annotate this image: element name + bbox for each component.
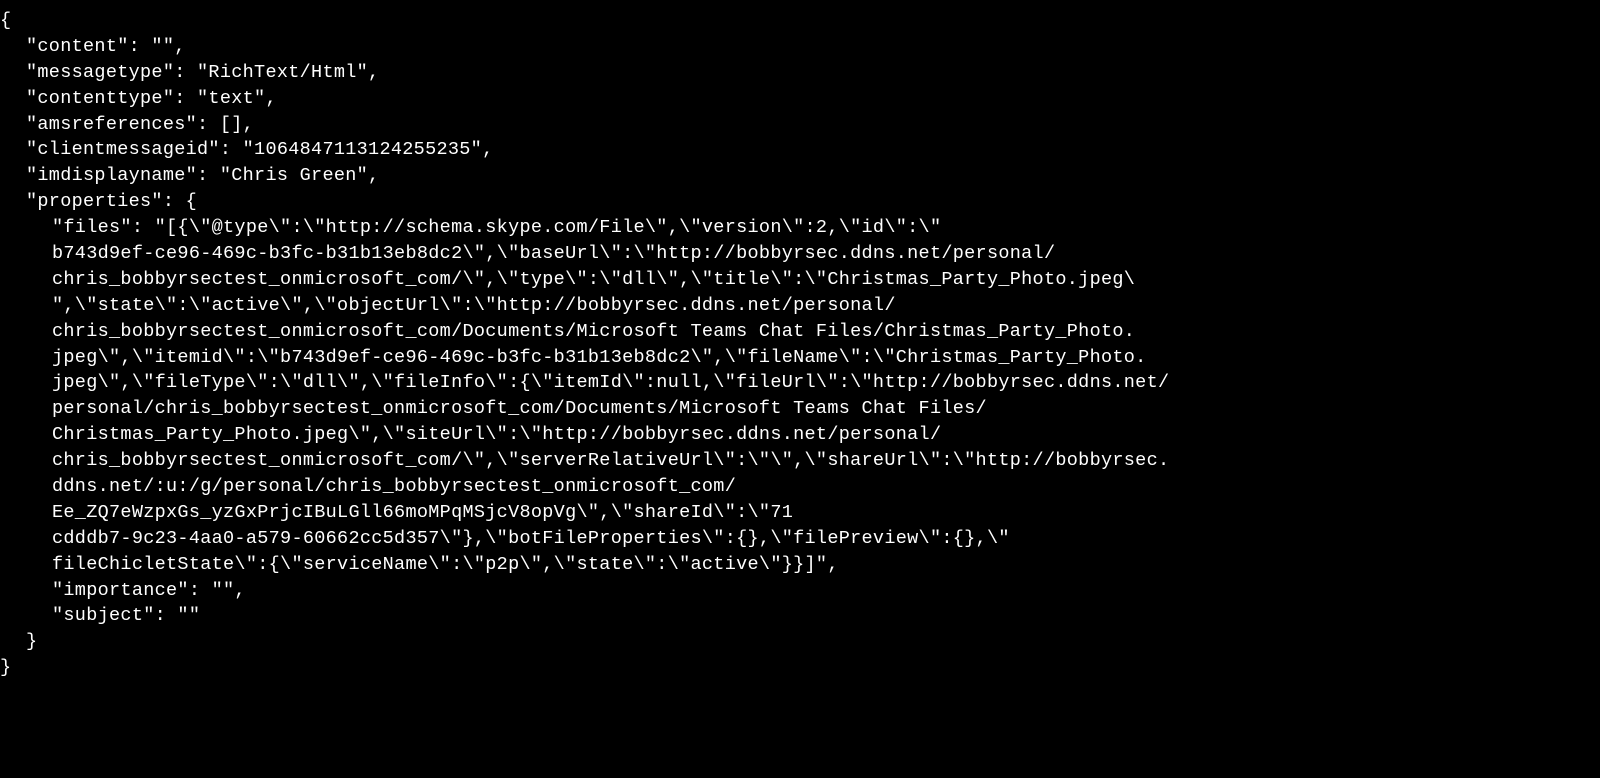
json-line: jpeg\",\"itemid\":\"b743d9ef-ce96-469c-b… <box>0 345 1600 371</box>
json-line: "subject": "" <box>0 603 1600 629</box>
json-code-block: {"content": "","messagetype": "RichText/… <box>0 8 1600 681</box>
json-line: } <box>0 655 1600 681</box>
json-line: fileChicletState\":{\"serviceName\":\"p2… <box>0 552 1600 578</box>
json-line: Christmas_Party_Photo.jpeg\",\"siteUrl\"… <box>0 422 1600 448</box>
json-line: "imdisplayname": "Chris Green", <box>0 163 1600 189</box>
json-line: "files": "[{\"@type\":\"http://schema.sk… <box>0 215 1600 241</box>
json-line: "properties": { <box>0 189 1600 215</box>
json-line: "clientmessageid": "1064847113124255235"… <box>0 137 1600 163</box>
json-line: ddns.net/:u:/g/personal/chris_bobbyrsect… <box>0 474 1600 500</box>
json-line: personal/chris_bobbyrsectest_onmicrosoft… <box>0 396 1600 422</box>
json-line: chris_bobbyrsectest_onmicrosoft_com/Docu… <box>0 319 1600 345</box>
json-line: } <box>0 629 1600 655</box>
json-line: "messagetype": "RichText/Html", <box>0 60 1600 86</box>
json-line: { <box>0 8 1600 34</box>
json-line: "importance": "", <box>0 578 1600 604</box>
json-line: "contenttype": "text", <box>0 86 1600 112</box>
json-line: ",\"state\":\"active\",\"objectUrl\":\"h… <box>0 293 1600 319</box>
json-line: cdddb7-9c23-4aa0-a579-60662cc5d357\"},\"… <box>0 526 1600 552</box>
json-line: chris_bobbyrsectest_onmicrosoft_com/\",\… <box>0 267 1600 293</box>
json-line: b743d9ef-ce96-469c-b3fc-b31b13eb8dc2\",\… <box>0 241 1600 267</box>
json-line: "amsreferences": [], <box>0 112 1600 138</box>
json-line: chris_bobbyrsectest_onmicrosoft_com/\",\… <box>0 448 1600 474</box>
json-line: Ee_ZQ7eWzpxGs_yzGxPrjcIBuLGll66moMPqMSjc… <box>0 500 1600 526</box>
json-line: "content": "", <box>0 34 1600 60</box>
json-line: jpeg\",\"fileType\":\"dll\",\"fileInfo\"… <box>0 370 1600 396</box>
